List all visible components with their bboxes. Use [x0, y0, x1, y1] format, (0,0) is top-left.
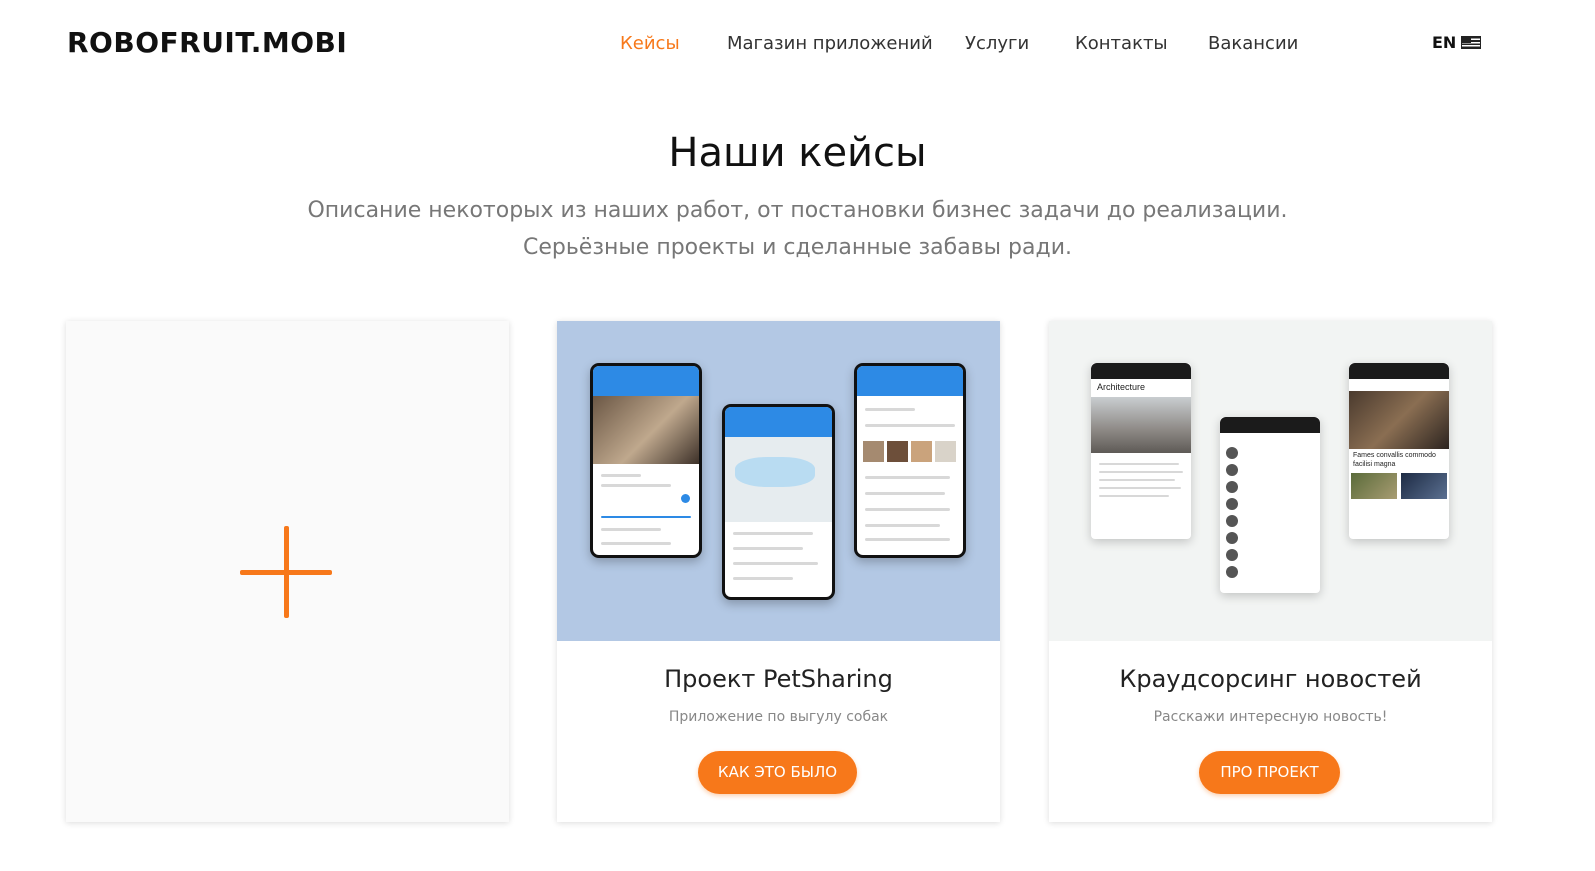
- phone-mockup: [854, 363, 966, 558]
- case-about-button[interactable]: ПРО ПРОЕКТ: [1199, 751, 1340, 794]
- screen-headline: Fames convallis commodo facilisi magna: [1353, 452, 1436, 468]
- phone-mockup: Fames convallis commodo facilisi magna: [1349, 363, 1449, 539]
- page-title: Наши кейсы: [668, 130, 927, 176]
- case-card-petsharing[interactable]: Проект PetSharing Приложение по выгулу с…: [557, 321, 1000, 822]
- main-nav: Кейсы Магазин приложений Услуги Контакты…: [0, 33, 1595, 57]
- nav-item-contacts[interactable]: Контакты: [1075, 33, 1168, 54]
- plus-icon: [240, 526, 332, 618]
- phone-mockup: [1220, 417, 1320, 593]
- page-subtitle: Описание некоторых из наших работ, от по…: [0, 192, 1595, 266]
- case-thumbnail-petsharing: [557, 321, 1000, 641]
- phone-mockup: Architecture: [1091, 363, 1191, 539]
- phone-mockup: [722, 404, 835, 600]
- language-switcher[interactable]: EN: [1432, 33, 1482, 52]
- case-details-button[interactable]: КАК ЭТО БЫЛО: [698, 751, 857, 794]
- case-title: Проект PetSharing: [664, 665, 893, 693]
- site-header: ROBOFRUIT.MOBI Кейсы Магазин приложений …: [0, 0, 1595, 86]
- nav-item-app-store[interactable]: Магазин приложений: [727, 33, 933, 54]
- case-description: Приложение по выгулу собак: [668, 709, 889, 725]
- add-case-card[interactable]: [66, 321, 509, 822]
- nav-item-services[interactable]: Услуги: [965, 33, 1029, 54]
- case-thumbnail-news: Architecture Fames convallis commodo fac…: [1049, 321, 1492, 641]
- case-description: Расскажи интересную новость!: [1153, 709, 1388, 725]
- case-title: Краудсорсинг новостей: [1119, 665, 1422, 693]
- nav-item-cases[interactable]: Кейсы: [620, 33, 680, 54]
- case-card-news-crowdsourcing[interactable]: Architecture Fames convallis commodo fac…: [1049, 321, 1492, 822]
- page-subtitle-line-2: Серьёзные проекты и сделанные забавы рад…: [522, 235, 1072, 260]
- us-flag-icon: [1461, 36, 1482, 49]
- phone-mockup: [590, 363, 702, 558]
- language-label: EN: [1432, 33, 1457, 52]
- page-subtitle-line-1: Описание некоторых из наших работ, от по…: [307, 198, 1288, 223]
- screen-heading: Architecture: [1097, 382, 1146, 392]
- nav-item-vacancies[interactable]: Вакансии: [1208, 33, 1298, 54]
